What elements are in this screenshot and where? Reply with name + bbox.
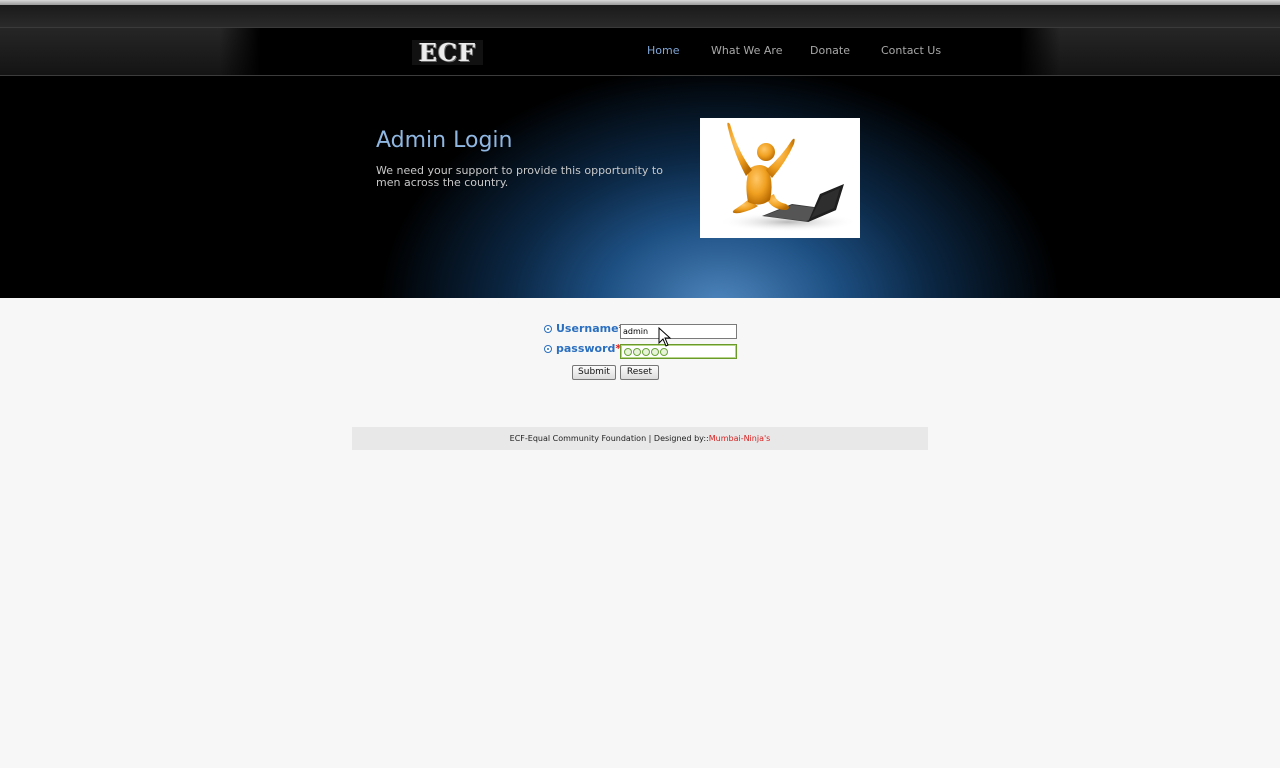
password-input[interactable] — [620, 344, 737, 359]
page-footer: ECF-Equal Community Foundation | Designe… — [352, 427, 928, 450]
celebrating-person-with-laptop-icon — [718, 122, 858, 232]
password-bullet-icon — [544, 345, 552, 353]
password-mask-dot — [633, 348, 641, 356]
submit-button[interactable]: Submit — [572, 365, 616, 380]
footer-text: ECF-Equal Community Foundation | Designe… — [509, 434, 709, 443]
nav-what-we-are-link[interactable]: What We Are — [711, 44, 782, 57]
site-logo[interactable]: ECF — [412, 40, 483, 65]
password-mask-dot — [642, 348, 650, 356]
hero-description: We need your support to provide this opp… — [376, 164, 663, 189]
password-mask-dot — [651, 348, 659, 356]
username-input[interactable]: admin — [620, 324, 737, 339]
page-title: Admin Login — [376, 128, 513, 153]
hero-image — [700, 118, 860, 238]
password-mask-dot — [624, 348, 632, 356]
password-mask — [624, 347, 669, 360]
nav-donate-link[interactable]: Donate — [810, 44, 850, 57]
username-bullet-icon — [544, 325, 552, 333]
reset-button[interactable]: Reset — [620, 365, 659, 380]
password-mask-dot — [660, 348, 668, 356]
nav-contact-us-link[interactable]: Contact Us — [881, 44, 941, 57]
designer-link[interactable]: Mumbai-Ninja's — [709, 434, 771, 443]
username-label: Username* — [556, 322, 624, 335]
nav-home-link[interactable]: Home — [647, 44, 679, 57]
navigation-band — [0, 28, 1280, 76]
top-bar — [0, 5, 1280, 28]
password-label: password* — [556, 342, 622, 355]
mouse-cursor-icon — [658, 327, 672, 347]
